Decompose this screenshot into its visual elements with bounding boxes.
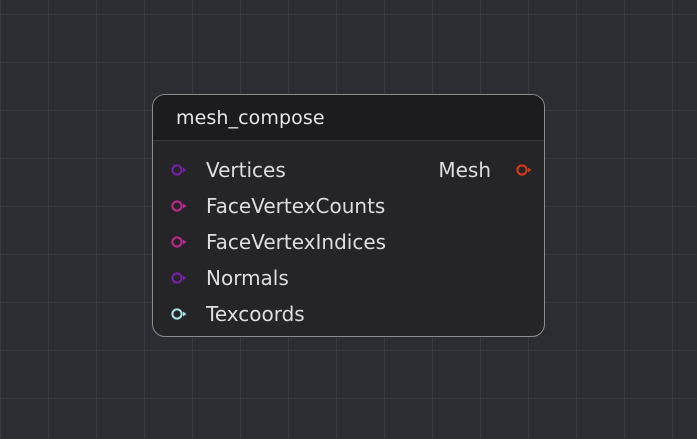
input-label-facevertexcounts: FaceVertexCounts	[206, 194, 386, 218]
vertices-port-icon[interactable]	[171, 163, 187, 177]
normals-port-icon[interactable]	[171, 271, 187, 285]
port-arrow	[528, 167, 532, 173]
port-arrow	[183, 167, 187, 173]
mesh-compose-node[interactable]: mesh_compose Vertices Mesh FaceVertexCou…	[152, 94, 545, 337]
port-circle	[171, 164, 183, 176]
texcoords-port-icon[interactable]	[171, 307, 187, 321]
facevertexindices-port-icon[interactable]	[171, 235, 187, 249]
output-label-mesh: Mesh	[438, 158, 491, 182]
input-label-normals: Normals	[206, 266, 289, 290]
input-label-vertices: Vertices	[206, 158, 286, 182]
port-circle	[171, 272, 183, 284]
input-row-vertices: Vertices Mesh	[153, 152, 544, 188]
input-row-normals: Normals	[153, 260, 544, 296]
mesh-port-icon[interactable]	[516, 163, 532, 177]
port-arrow	[183, 239, 187, 245]
facevertexcounts-port-icon[interactable]	[171, 199, 187, 213]
port-circle	[516, 164, 528, 176]
input-label-texcoords: Texcoords	[206, 302, 305, 326]
input-row-texcoords: Texcoords	[153, 296, 544, 332]
node-header[interactable]: mesh_compose	[153, 95, 544, 141]
input-label-facevertexindices: FaceVertexIndices	[206, 230, 387, 254]
port-circle	[171, 236, 183, 248]
port-arrow	[183, 311, 187, 317]
port-circle	[171, 308, 183, 320]
port-arrow	[183, 275, 187, 281]
node-title: mesh_compose	[176, 106, 325, 129]
input-row-facevertexindices: FaceVertexIndices	[153, 224, 544, 260]
port-arrow	[183, 203, 187, 209]
input-row-facevertexcounts: FaceVertexCounts	[153, 188, 544, 224]
port-circle	[171, 200, 183, 212]
